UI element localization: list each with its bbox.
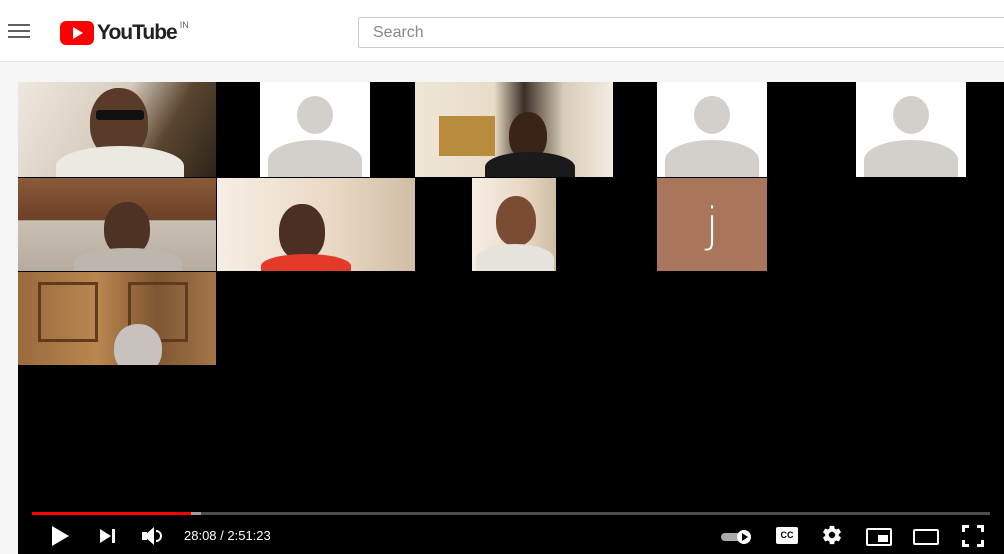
autoplay-toggle-icon[interactable] xyxy=(721,530,755,544)
youtube-play-icon xyxy=(60,21,94,45)
played-bar xyxy=(32,512,192,515)
menu-icon[interactable] xyxy=(8,24,30,40)
participant-tile-no-video xyxy=(856,82,966,177)
participant-tile xyxy=(415,82,613,177)
country-code: IN xyxy=(179,20,189,30)
participant-tile-no-video xyxy=(657,82,767,177)
participant-tile xyxy=(217,178,415,271)
participant-tile-no-video xyxy=(260,82,370,177)
participant-tile xyxy=(18,178,216,271)
youtube-logo[interactable]: YouTube IN xyxy=(60,20,189,46)
time-display: 28:08 / 2:51:23 xyxy=(184,528,271,543)
participant-initial: j xyxy=(705,197,719,252)
user-avatar-placeholder-icon xyxy=(694,96,730,134)
settings-icon[interactable] xyxy=(821,524,843,546)
next-icon[interactable] xyxy=(100,528,118,544)
progress-bar[interactable] xyxy=(32,512,990,515)
video-player[interactable]: j 28:08 / 2:51:23 CC xyxy=(18,82,1004,554)
theater-icon[interactable] xyxy=(913,529,939,545)
play-icon[interactable] xyxy=(50,525,70,547)
participant-tile xyxy=(18,272,216,365)
masthead: YouTube IN xyxy=(0,0,1004,62)
participant-tile xyxy=(472,178,556,271)
user-avatar-placeholder-icon xyxy=(297,96,333,134)
participant-tile-initial: j xyxy=(657,178,767,271)
captions-icon[interactable]: CC xyxy=(776,527,798,544)
search-input[interactable] xyxy=(358,17,1004,48)
logo-text: YouTube xyxy=(97,21,178,44)
participant-tile xyxy=(18,82,216,177)
miniplayer-icon[interactable] xyxy=(866,528,892,546)
volume-icon[interactable] xyxy=(142,526,164,546)
fullscreen-icon[interactable] xyxy=(962,525,984,547)
user-avatar-placeholder-icon xyxy=(893,96,929,134)
